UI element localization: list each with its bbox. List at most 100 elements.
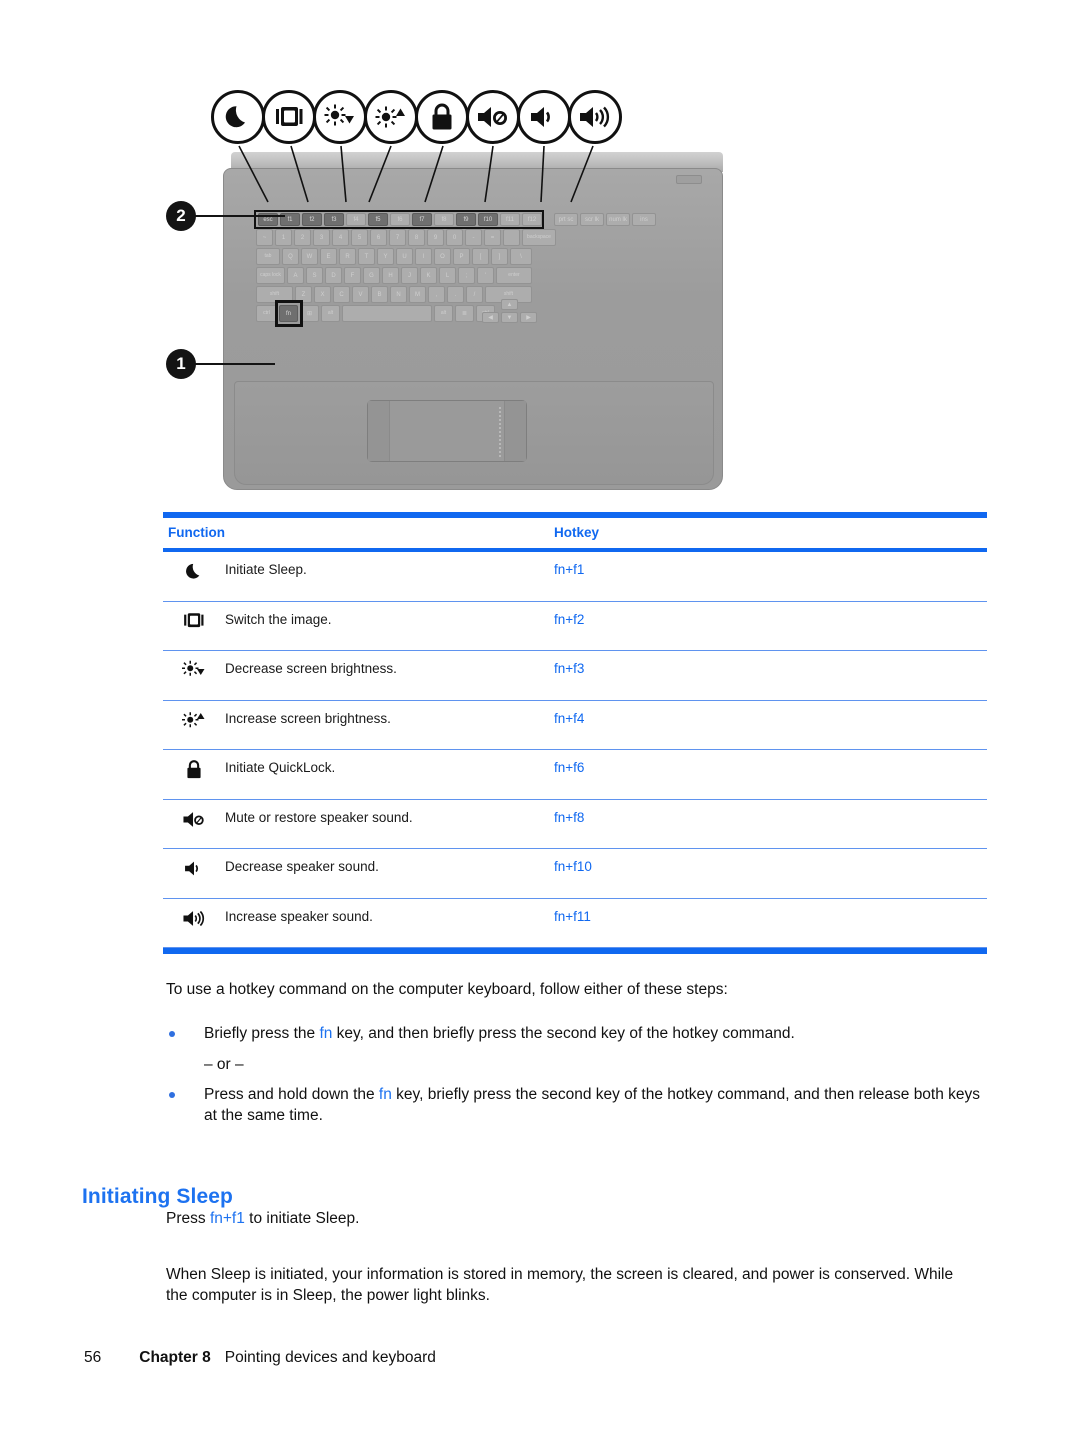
key-rbracket: ] bbox=[491, 248, 508, 265]
key-3: 3 bbox=[313, 229, 330, 246]
key-backslash: \ bbox=[510, 248, 532, 265]
bullet-dot-icon bbox=[169, 1031, 175, 1037]
table-cell-function: Switch the image. bbox=[225, 611, 332, 627]
key-lalt: alt bbox=[321, 305, 340, 322]
sleep-moon-icon bbox=[211, 90, 265, 144]
key-tab: tab bbox=[256, 248, 280, 265]
key-k: K bbox=[420, 267, 437, 284]
key-numlk: num lk bbox=[606, 213, 630, 226]
key-slash: / bbox=[466, 286, 483, 303]
key-a: A bbox=[287, 267, 304, 284]
table-header-hotkey-cell: Hotkey bbox=[549, 524, 987, 542]
switch-image-icon bbox=[163, 602, 225, 630]
key-enter: enter bbox=[496, 267, 532, 284]
key-n: N bbox=[390, 286, 407, 303]
brightness-down-icon bbox=[313, 90, 367, 144]
or-separator: – or – bbox=[204, 1055, 244, 1073]
key-g: G bbox=[363, 267, 380, 284]
table-row: Mute or restore speaker sound. fn+f8 bbox=[163, 800, 987, 849]
press-text-after: to initiate Sleep. bbox=[244, 1210, 360, 1227]
key-h: H bbox=[382, 267, 399, 284]
key-d: D bbox=[325, 267, 342, 284]
table-cell-hotkey: fn+f1 bbox=[554, 562, 585, 577]
table-header-function-cell: Function bbox=[163, 524, 549, 542]
table-row: Initiate QuickLock. fn+f6 bbox=[163, 750, 987, 800]
key-v: V bbox=[352, 286, 369, 303]
key-m: M bbox=[409, 286, 426, 303]
key-q: Q bbox=[282, 248, 299, 265]
touchpad bbox=[367, 400, 527, 462]
callout-number-2: 2 bbox=[166, 201, 196, 231]
press-text-before: Press bbox=[166, 1210, 210, 1227]
sleep-moon-icon bbox=[163, 552, 225, 582]
key-lbracket: [ bbox=[472, 248, 489, 265]
key-e: E bbox=[320, 248, 337, 265]
table-cell-function: Increase screen brightness. bbox=[225, 710, 391, 726]
key-numrow-extra bbox=[503, 229, 520, 246]
key-f: F bbox=[344, 267, 361, 284]
key-t: T bbox=[358, 248, 375, 265]
speaker-mute-icon bbox=[163, 800, 225, 830]
function-keys-highlight-box bbox=[254, 210, 544, 229]
speaker-mute-icon bbox=[466, 90, 520, 144]
key-5: 5 bbox=[351, 229, 368, 246]
page-number: 56 bbox=[84, 1349, 102, 1366]
table-cell-hotkey: fn+f3 bbox=[554, 661, 585, 676]
key-r: R bbox=[339, 248, 356, 265]
key-l: L bbox=[439, 267, 456, 284]
key-space bbox=[342, 305, 432, 322]
key-prtsc: prt sc bbox=[554, 213, 578, 226]
bullet-dot-icon bbox=[169, 1091, 175, 1098]
key-8: 8 bbox=[408, 229, 425, 246]
key-grave: ~ bbox=[256, 229, 273, 246]
table-header-row: Function Hotkey bbox=[163, 518, 987, 552]
chapter-label: Chapter 8 bbox=[139, 1349, 211, 1366]
table-cell-hotkey: fn+f11 bbox=[554, 908, 591, 924]
list-item: Briefly press the fn key, and then brief… bbox=[166, 1024, 986, 1045]
step-2-text-before: Press and hold down the bbox=[204, 1085, 379, 1103]
key-b: B bbox=[371, 286, 388, 303]
key-i: I bbox=[415, 248, 432, 265]
fn-key-highlight-box bbox=[275, 300, 303, 327]
palm-rest bbox=[234, 381, 714, 485]
press-instruction: Press fn+f1 to initiate Sleep. bbox=[166, 1210, 359, 1228]
key-x: X bbox=[314, 286, 331, 303]
key-p: P bbox=[453, 248, 470, 265]
table-cell-function: Decrease screen brightness. bbox=[225, 661, 397, 676]
key-capslock: caps lock bbox=[256, 267, 285, 284]
hinge-detail bbox=[676, 175, 702, 184]
key-arrow-down: ▼ bbox=[501, 312, 518, 323]
chapter-title: Pointing devices and keyboard bbox=[224, 1349, 436, 1366]
table-bottom-rule bbox=[163, 948, 987, 954]
lock-icon bbox=[415, 90, 469, 144]
table-cell-hotkey: fn+f6 bbox=[554, 760, 585, 775]
key-period: . bbox=[447, 286, 464, 303]
table-cell-function: Decrease speaker sound. bbox=[225, 859, 379, 874]
key-c: C bbox=[333, 286, 350, 303]
lock-icon bbox=[163, 750, 225, 780]
table-row: Switch the image. fn+f2 bbox=[163, 602, 987, 651]
table-cell-hotkey: fn+f2 bbox=[554, 611, 585, 627]
brightness-up-icon bbox=[364, 90, 418, 144]
volume-up-icon bbox=[568, 90, 622, 144]
sleep-description-paragraph: When Sleep is initiated, your informatio… bbox=[166, 1265, 954, 1304]
brightness-up-icon bbox=[163, 701, 225, 731]
table-cell-hotkey: fn+f8 bbox=[554, 809, 585, 825]
key-quote: ' bbox=[477, 267, 494, 284]
key-w: W bbox=[301, 248, 318, 265]
page-footer: 56 Chapter 8 Pointing devices and keyboa… bbox=[84, 1349, 436, 1367]
key-o: O bbox=[434, 248, 451, 265]
touchpad-scroll-zone bbox=[499, 407, 501, 457]
key-4: 4 bbox=[332, 229, 349, 246]
table-header-hotkey-label: Hotkey bbox=[554, 525, 600, 540]
key-semicolon: ; bbox=[458, 267, 475, 284]
key-2: 2 bbox=[294, 229, 311, 246]
keyboard-figure: esc f1 f2 f3 f4 f5 f6 f7 f8 f9 f10 f11 f… bbox=[163, 90, 723, 490]
key-equal: = bbox=[484, 229, 501, 246]
table-cell-function: Increase speaker sound. bbox=[225, 908, 373, 924]
key-j: J bbox=[401, 267, 418, 284]
key-arrow-up: ▲ bbox=[501, 299, 518, 310]
step-1-text-after: key, and then briefly press the second k… bbox=[332, 1025, 795, 1042]
table-row: Decrease screen brightness. fn+f3 bbox=[163, 651, 987, 701]
callout-number-1: 1 bbox=[166, 349, 196, 379]
